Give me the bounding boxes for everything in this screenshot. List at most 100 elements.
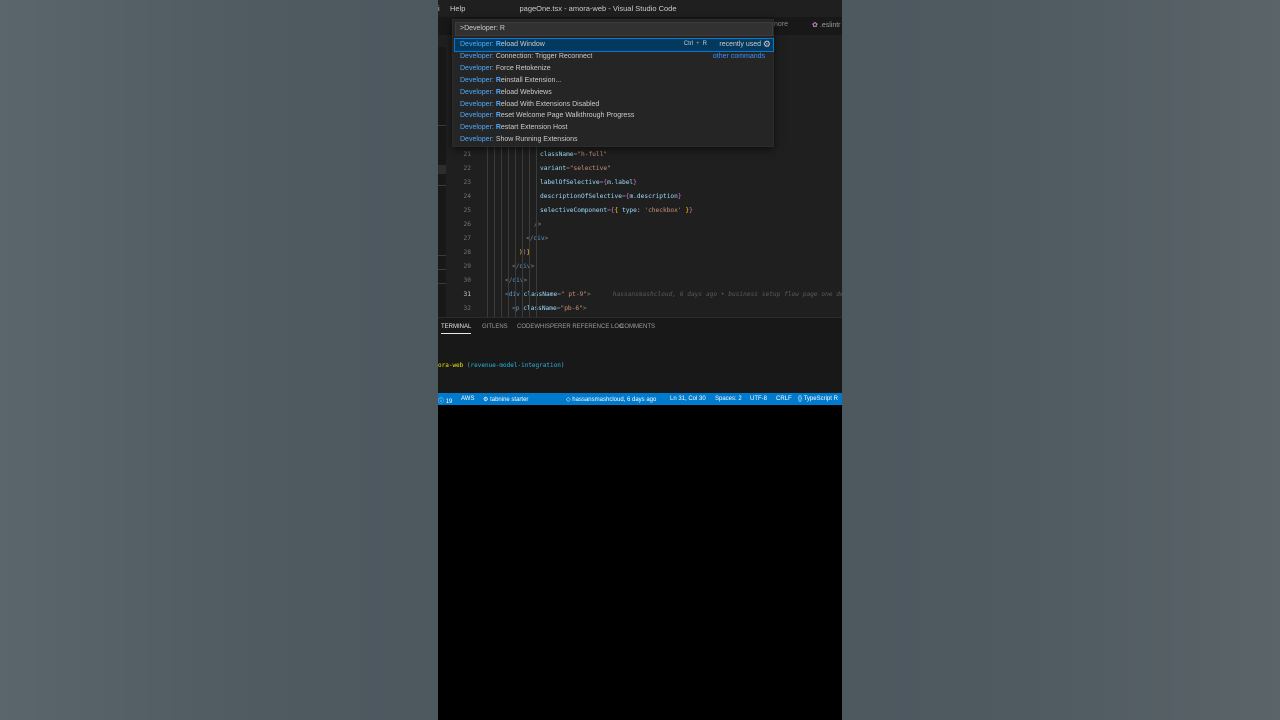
tabnine-label: tabnine starter	[490, 396, 529, 403]
tabnine-status[interactable]: ⚙ tabnine starter	[483, 396, 528, 403]
tabnine-icon: ⚙	[483, 396, 489, 403]
code-line[interactable]: 27</div>	[438, 232, 842, 246]
eslint-icon: ✿	[812, 22, 818, 29]
code-token: "h-full"	[577, 151, 608, 158]
code-text: variant="selective"	[540, 165, 611, 172]
code-line[interactable]: 29</div>	[438, 260, 842, 274]
indent-guide	[515, 142, 516, 317]
command-item[interactable]: Developer: Reload Webviews	[455, 87, 773, 99]
code-token: "pb-6"	[560, 305, 583, 312]
gear-icon[interactable]: ⚙	[763, 39, 771, 50]
command-item[interactable]: Developer: Force Retokenize	[455, 63, 773, 75]
braces-icon: {}	[798, 395, 803, 402]
code-token: {	[614, 207, 622, 214]
code-line[interactable]: 25 selectiveComponent={{ type: 'checkbox'…	[438, 204, 842, 218]
code-text: labelOfSelective={m.label}	[540, 179, 637, 186]
cursor-position[interactable]: Ln 31, Col 30	[670, 396, 706, 402]
code-line[interactable]: 21 className="h-full"	[438, 148, 842, 162]
git-blame-status[interactable]: ◇ hassansmashcloud, 6 days ago	[566, 396, 656, 403]
panel-tab-gitlens[interactable]: GITLENS	[482, 324, 508, 333]
line-number: 25	[463, 207, 471, 214]
indent-guide	[522, 142, 523, 317]
window-title: pageOne.tsx - amora-web - Visual Studio …	[519, 4, 677, 13]
code-token: " pt-9"	[560, 291, 587, 298]
command-name: eset Welcome Page Walkthrough Progress	[500, 112, 635, 120]
problems-indicator[interactable]: ⓘ 19	[438, 396, 452, 405]
keybinding: Ctrl + R	[684, 41, 707, 47]
command-label: Developer: Restart Extension Host	[460, 124, 567, 131]
code-token: >	[544, 235, 549, 242]
recently-used-tag: recently used	[719, 41, 761, 48]
command-category: Developer:	[460, 64, 494, 72]
code-line[interactable]: 24 descriptionOfSelective={m.description}	[438, 190, 842, 204]
language-mode[interactable]: {} TypeScript R	[798, 396, 838, 402]
panel-tab-comments[interactable]: COMMENTS	[620, 324, 655, 333]
command-name: estart Extension Host	[500, 124, 568, 132]
code-token: >	[582, 305, 587, 312]
code-token: variant	[540, 165, 567, 172]
command-name: Force Retokenize	[495, 64, 551, 72]
indent-guide	[508, 142, 509, 317]
inline-git-blame: hassansmashcloud, 6 days ago • business …	[612, 291, 842, 298]
command-name: eload Webviews	[500, 88, 552, 96]
code-line[interactable]: 26/>	[438, 218, 842, 232]
command-name: eload With Extensions Disabled	[500, 100, 600, 108]
command-label: Developer: Reset Welcome Page Walkthroug…	[460, 112, 634, 119]
line-number: 32	[463, 305, 471, 312]
code-token: }	[633, 179, 637, 186]
indentation-status[interactable]: Spaces: 2	[715, 396, 742, 402]
code-token: m.label	[607, 179, 634, 186]
code-line[interactable]: 31 <div className=" pt-9">hassansmashclou…	[438, 288, 842, 302]
code-token: 'checkbox'	[644, 207, 682, 214]
title-bar: i Help pageOne.tsx - amora-web - Visual …	[438, 0, 842, 17]
code-text: descriptionOfSelective={m.description}	[540, 193, 682, 200]
editor-tab-label: .eslintr	[819, 22, 841, 29]
language-label: TypeScript R	[803, 395, 838, 402]
command-item[interactable]: Developer: Reload With Extensions Disabl…	[455, 99, 773, 111]
aws-status[interactable]: AWS	[461, 396, 474, 402]
command-item[interactable]: Developer: Reload Window Ctrl + Rrecently u…	[454, 38, 774, 52]
code-line[interactable]: 28))}	[438, 246, 842, 260]
line-number: 26	[463, 221, 471, 228]
code-line[interactable]: 22 variant="selective"	[438, 162, 842, 176]
line-number: 22	[463, 165, 471, 172]
indent-guide	[494, 142, 495, 317]
command-label: Developer: Reload Webviews	[460, 89, 552, 96]
code-line[interactable]: 32 <p className="pb-6">	[438, 302, 842, 316]
code-token: }	[677, 193, 682, 200]
command-item[interactable]: Developer: Reset Welcome Page Walkthroug…	[455, 110, 773, 122]
code-text: selectiveComponent={{ type: 'checkbox' }…	[540, 207, 693, 214]
keybinding-key: Ctrl	[683, 41, 694, 47]
panel-tab-codewhisperer[interactable]: CODEWHISPERER REFERENCE LOG	[517, 324, 624, 333]
command-category: Developer:	[460, 52, 494, 60]
line-number: 28	[463, 249, 471, 256]
code-token: selectiveComponent	[540, 207, 608, 214]
terminal-branch: (revenue-model-integration)	[463, 362, 565, 369]
command-item[interactable]: Developer: Show Running Extensions	[455, 134, 773, 146]
panel-tab-terminal[interactable]: TERMINAL	[441, 324, 472, 334]
command-category: Developer:	[460, 100, 494, 108]
editor-tab-partial[interactable]: nore	[774, 21, 788, 28]
terminal-prompt[interactable]: ora-web (revenue-model-integration)	[438, 362, 564, 369]
command-item[interactable]: Developer: Restart Extension Host	[455, 122, 773, 134]
editor-tab-eslintrc[interactable]: ✿ .eslintr	[812, 21, 841, 29]
eol-status[interactable]: CRLF	[776, 396, 792, 402]
line-number: 23	[463, 179, 471, 186]
code-token: >	[523, 277, 528, 284]
command-item[interactable]: Developer: Connection: Trigger Reconnect…	[455, 51, 773, 63]
command-category: Developer:	[460, 112, 494, 120]
indent-guide	[501, 142, 502, 317]
vscode-window: i Help pageOne.tsx - amora-web - Visual …	[438, 0, 842, 405]
encoding-status[interactable]: UTF-8	[750, 396, 767, 402]
code-line[interactable]: 30</div>	[438, 274, 842, 288]
git-commit-icon: ◇	[566, 396, 571, 403]
git-blame-label: hassansmashcloud, 6 days ago	[572, 396, 657, 403]
command-item[interactable]: Developer: Reinstall Extension...	[455, 75, 773, 87]
command-label: Developer: Force Retokenize	[460, 65, 551, 72]
terminal-folder: ora-web	[438, 362, 464, 369]
code-token: >	[587, 291, 591, 298]
command-palette-input[interactable]: >Developer: R	[455, 22, 773, 36]
code-line[interactable]: 23 labelOfSelective={m.label}	[438, 176, 842, 190]
indent-guide	[529, 142, 530, 317]
code-token: descriptionOfSelective	[540, 193, 622, 200]
